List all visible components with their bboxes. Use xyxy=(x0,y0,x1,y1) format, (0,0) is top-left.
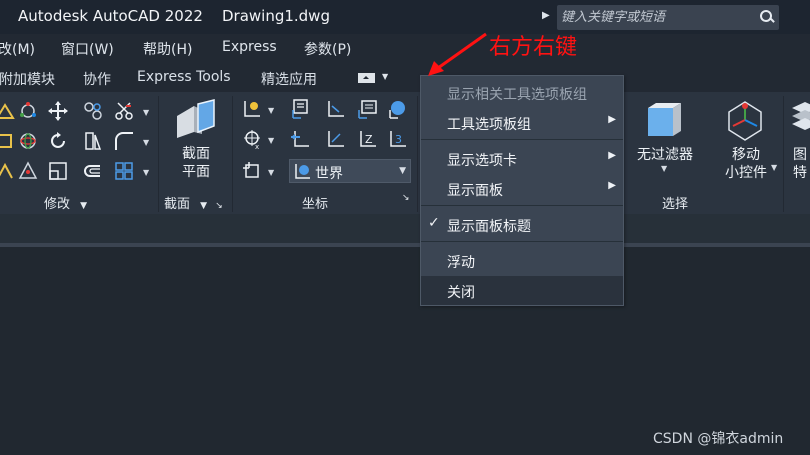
fillet-icon[interactable] xyxy=(113,130,135,152)
svg-text:3: 3 xyxy=(395,133,402,146)
menu-parameters[interactable]: 参数(P) xyxy=(304,39,351,59)
ucs-previous-icon[interactable] xyxy=(289,128,311,150)
move-gizmo-icon[interactable] xyxy=(723,98,767,142)
union-icon[interactable] xyxy=(0,130,16,152)
ucs-x-icon[interactable] xyxy=(324,128,346,150)
menu-item-float[interactable]: 浮动 xyxy=(421,246,623,275)
submenu-arrow-icon: ▶ xyxy=(608,114,616,125)
search-input[interactable] xyxy=(561,8,751,26)
rotate-3d-icon[interactable] xyxy=(17,100,39,122)
search-icon[interactable] xyxy=(760,10,773,23)
tab-addins[interactable]: 附加模块 xyxy=(0,69,55,89)
ribbon-tab-bar: 附加模块 协作 Express Tools 精选应用 ▼ xyxy=(0,62,810,92)
ucs-world-dropdown[interactable]: 世界 ▼ xyxy=(289,159,411,183)
section-plane-icon[interactable] xyxy=(172,98,218,142)
ucs-3point-icon[interactable]: x xyxy=(241,128,263,151)
panel-title-coordinates[interactable]: 坐标 xyxy=(302,193,328,212)
panel-title-selection[interactable]: 选择 xyxy=(662,193,688,212)
annotation-arrow-icon xyxy=(428,32,487,76)
context-menu: 显示相关工具选项板组 工具选项板组 ▶ 显示选项卡 ▶ 显示面板 ▶ ✓ 显示面… xyxy=(420,75,624,306)
ucs-object-icon[interactable] xyxy=(356,98,378,120)
svg-text:Z: Z xyxy=(365,133,373,146)
ucs-named-dropdown-icon[interactable]: ▼ xyxy=(268,168,274,177)
no-filter-dropdown-icon[interactable]: ▼ xyxy=(661,164,667,173)
ucs-dropdown-value: 世界 xyxy=(315,166,343,182)
watermark: CSDN @锦衣admin xyxy=(653,431,784,447)
copy-icon[interactable] xyxy=(82,100,104,122)
search-expand-icon[interactable]: ▶ xyxy=(542,10,550,21)
menu-item-close[interactable]: 关闭 xyxy=(421,276,623,305)
3d-align-icon[interactable] xyxy=(17,130,39,152)
move-gizmo-dropdown-icon[interactable]: ▼ xyxy=(771,163,777,172)
rotate-icon[interactable] xyxy=(47,130,69,152)
trim-dropdown-icon[interactable]: ▼ xyxy=(143,108,149,117)
fillet-3d-tool-icon[interactable] xyxy=(0,100,16,122)
drawing-area[interactable] xyxy=(0,247,810,455)
chevron-down-icon: ▼ xyxy=(382,72,389,81)
ucs-named-icon[interactable] xyxy=(241,160,263,182)
ribbon: ▼ ▼ ▼ 截面 平面 ▼ x ▼ Z 3 ▼ 世界 ▼ 无过滤器 ▼ 移动 小… xyxy=(0,92,810,214)
mirror-icon[interactable] xyxy=(82,130,104,152)
chevron-down-icon: ▼ xyxy=(200,201,208,211)
panel-title-modify[interactable]: 修改 ▼ xyxy=(44,193,87,212)
ucs-3-icon[interactable]: 3 xyxy=(386,128,408,150)
panel-launcher-icon[interactable]: ↘ xyxy=(215,201,223,211)
panel-launcher-icon[interactable]: ↘ xyxy=(402,193,410,203)
menu-item-show-tabs[interactable]: 显示选项卡 ▶ xyxy=(421,144,623,173)
ribbon-minimize-button[interactable]: ▼ xyxy=(358,72,390,84)
array-dropdown-icon[interactable]: ▼ xyxy=(143,168,149,177)
window-title: Autodesk AutoCAD 2022 Drawing1.dwg xyxy=(18,7,330,25)
stretch-icon[interactable] xyxy=(82,160,104,182)
ucs-origin-icon[interactable] xyxy=(324,98,346,120)
move-icon[interactable] xyxy=(47,100,69,122)
search-box[interactable] xyxy=(557,5,779,30)
tab-express-tools[interactable]: Express Tools xyxy=(137,69,231,85)
tab-featured-apps[interactable]: 精选应用 xyxy=(261,69,317,89)
menu-item-show-panel-titles[interactable]: ✓ 显示面板标题 xyxy=(421,210,623,239)
annotation-text: 右方右键 xyxy=(489,35,578,60)
chevron-down-icon: ▼ xyxy=(399,166,406,176)
svg-text:x: x xyxy=(255,143,259,150)
menu-item-show-related-palette-groups: 显示相关工具选项板组 xyxy=(447,87,587,103)
fillet-dropdown-icon[interactable]: ▼ xyxy=(143,138,149,147)
ucs-world-icon[interactable] xyxy=(386,98,408,120)
ucs-icon[interactable] xyxy=(241,98,263,120)
tab-collaborate[interactable]: 协作 xyxy=(83,69,111,89)
menu-item-show-panels[interactable]: 显示面板 ▶ xyxy=(421,174,623,203)
title-bar: Autodesk AutoCAD 2022 Drawing1.dwg ▶ xyxy=(0,0,810,34)
layers-icon[interactable] xyxy=(790,98,810,138)
globe-icon xyxy=(293,161,313,181)
array-icon[interactable] xyxy=(113,160,135,182)
menu-modify[interactable]: 改(M) xyxy=(0,39,35,59)
menu-item-tool-palette-groups[interactable]: 工具选项板组 ▶ xyxy=(421,108,623,137)
scale-icon[interactable] xyxy=(47,160,69,182)
3d-array-icon[interactable] xyxy=(17,160,39,182)
section-plane-label[interactable]: 截面 平面 xyxy=(178,145,214,181)
move-gizmo-label[interactable]: 移动 小控件 xyxy=(717,146,775,182)
menu-express[interactable]: Express xyxy=(222,39,277,55)
ucs-z-icon[interactable]: Z xyxy=(356,128,378,150)
ribbon-bottom-strip xyxy=(0,214,810,243)
subtract-icon[interactable] xyxy=(0,160,16,182)
submenu-arrow-icon: ▶ xyxy=(608,150,616,161)
trim-icon[interactable] xyxy=(113,100,135,122)
no-filter-label[interactable]: 无过滤器 xyxy=(630,146,700,164)
checkmark-icon: ✓ xyxy=(428,215,440,231)
autocad-window: Autodesk AutoCAD 2022 Drawing1.dwg ▶ 改(M… xyxy=(0,0,810,455)
menu-bar: 改(M) 窗口(W) 帮助(H) Express 参数(P) xyxy=(0,34,810,62)
no-filter-icon[interactable] xyxy=(643,100,685,142)
ucs-dropdown-icon[interactable]: ▼ xyxy=(268,106,274,115)
submenu-arrow-icon: ▶ xyxy=(608,180,616,191)
chevron-down-icon: ▼ xyxy=(80,201,88,211)
partial-panel-label[interactable]: 图 特 xyxy=(793,146,810,182)
panel-title-section[interactable]: 截面 ▼ ↘ xyxy=(164,193,223,212)
menu-window[interactable]: 窗口(W) xyxy=(61,39,114,59)
ucs-view-icon[interactable] xyxy=(289,98,311,120)
ucs-3point-dropdown-icon[interactable]: ▼ xyxy=(268,136,274,145)
menu-help[interactable]: 帮助(H) xyxy=(143,39,192,59)
